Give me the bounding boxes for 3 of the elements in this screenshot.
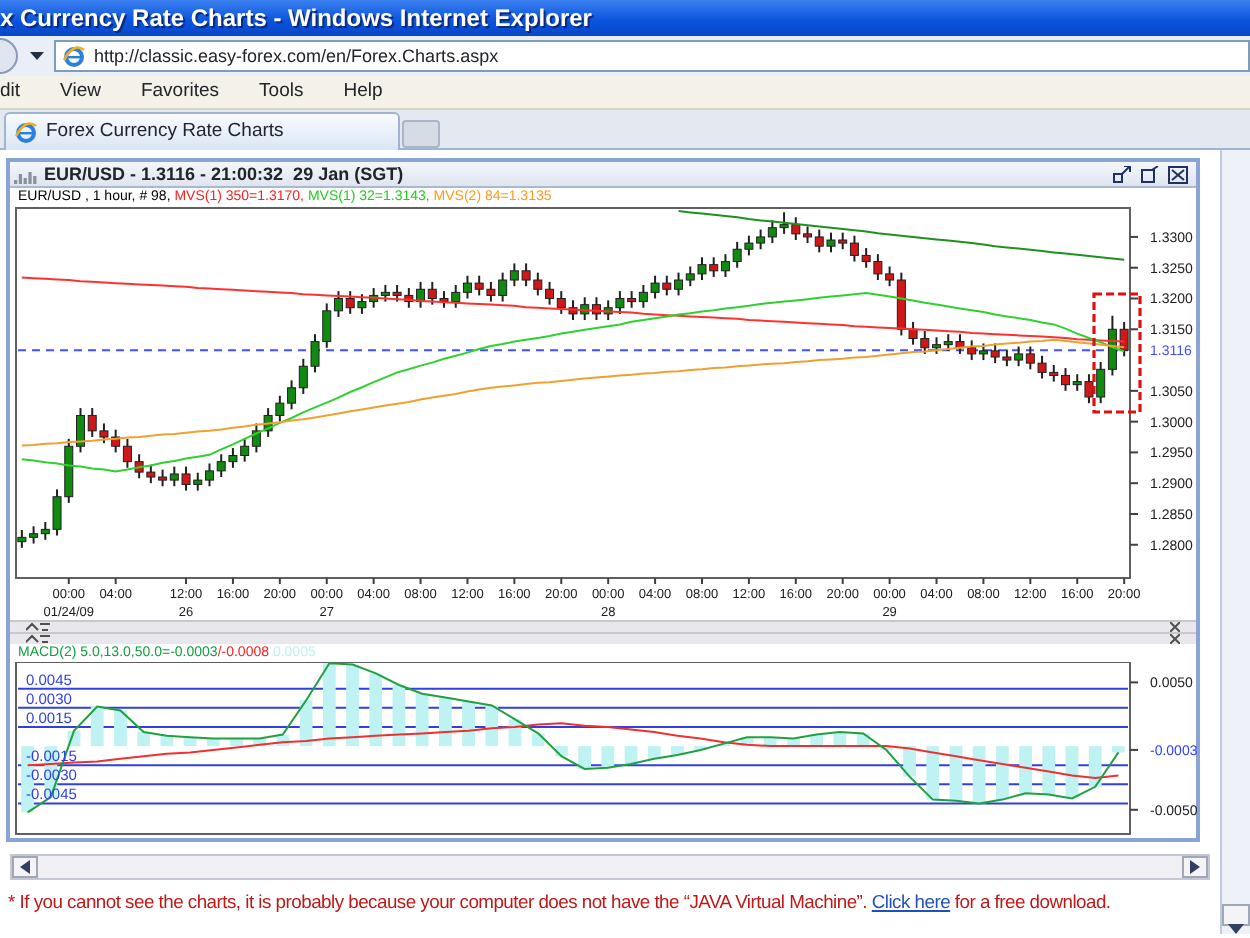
chart-title: EUR/USD - 1.3116 - 21:00:32 29 Jan (SGT) — [44, 161, 406, 187]
window-title: x Currency Rate Charts - Windows Internet Explorer — [0, 0, 1250, 36]
footer-note: * If you cannot see the charts, it is probably because your computer does not have the “JAVA Virtual Machine”. Click here for a free download. — [8, 888, 1113, 916]
